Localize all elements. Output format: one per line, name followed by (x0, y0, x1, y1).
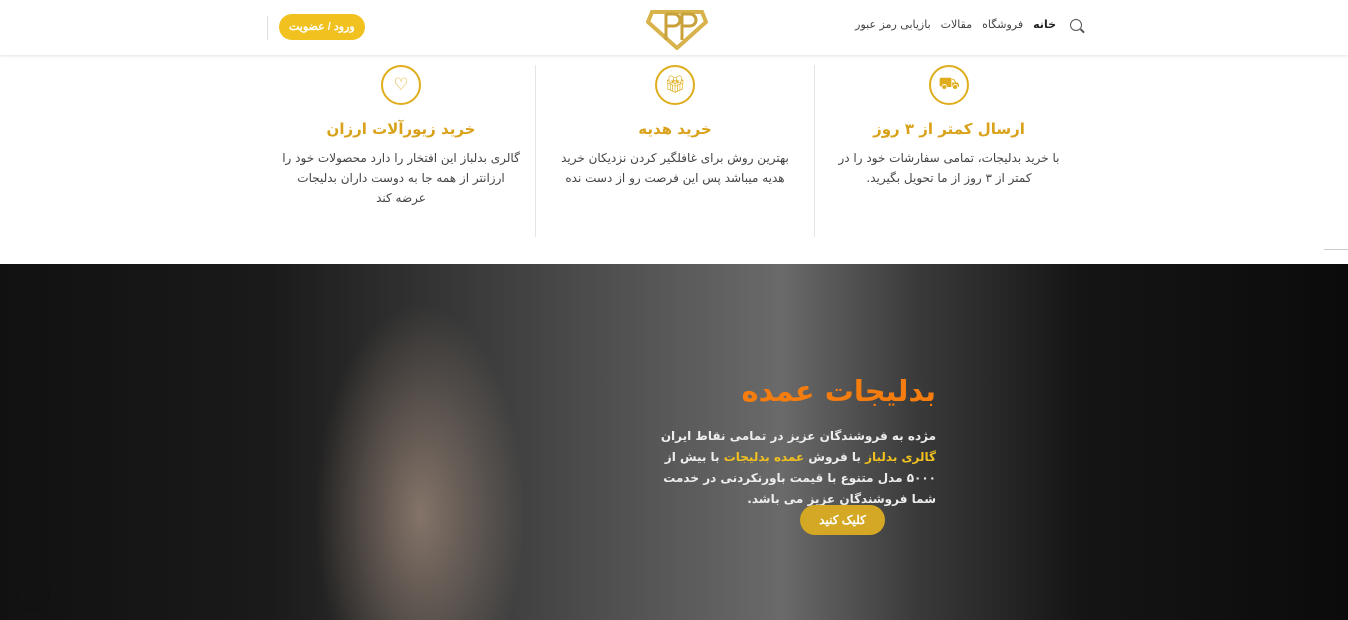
text: با فروش (804, 450, 866, 464)
banner-title: بدلیجات عمده (741, 374, 936, 408)
wholesale-banner: بدلیجات عمده مژده به فروشندگان عزیز در ت… (0, 264, 1348, 620)
highlight: گالری بدلباز (865, 450, 936, 464)
main-nav: خانه فروشگاه مقالات بازیابی رمز عبور (855, 18, 1082, 31)
feature-text: گالری بدلباز این افتخار را دارد محصولات … (282, 151, 520, 205)
feature-title: خرید زیورآلات ارزان (326, 120, 476, 138)
nav-shop[interactable]: فروشگاه (982, 18, 1023, 31)
logo[interactable] (646, 6, 708, 50)
feature-text: با خرید بدلیجات، تمامی سفارشات خود را در… (838, 151, 1060, 185)
nav-password-recovery[interactable]: بازیابی رمز عبور (855, 18, 931, 31)
login-register-button[interactable]: ورود / عضویت (279, 14, 365, 40)
click-here-button[interactable]: کلیک کنید (800, 505, 885, 535)
feature-text: بهترین روش برای غافلگیر کردن نزدیکان خری… (561, 151, 789, 185)
truck-icon: ⛟ (929, 65, 969, 105)
scroll-circle-button[interactable] (16, 577, 50, 611)
feature-cheap-jewelry: ♡ خرید زیورآلات ارزان گالری بدلباز این ا… (267, 65, 535, 237)
feature-title: ارسال کمتر از ۳ روز (873, 120, 1025, 138)
nav-articles[interactable]: مقالات (941, 18, 972, 31)
gift-icon: 🎁︎ (655, 65, 695, 105)
feature-title: خرید هدیه (638, 120, 712, 138)
feature-shipping: ⛟ ارسال کمتر از ۳ روز با خرید بدلیجات، ت… (815, 65, 1083, 237)
highlight: عمده بدلیجات (723, 450, 805, 464)
feature-gift: 🎁︎ خرید هدیه بهترین روش برای غافلگیر کرد… (535, 65, 815, 237)
banner-text: مژده به فروشندگان عزیز در تمامی نقاط ایر… (656, 426, 936, 510)
necklace-icon: ♡ (381, 65, 421, 105)
search-icon[interactable] (1070, 18, 1082, 31)
divider (267, 16, 268, 40)
header: خانه فروشگاه مقالات بازیابی رمز عبور ورو… (0, 0, 1348, 55)
nav-home[interactable]: خانه (1033, 18, 1056, 31)
text: مژده به فروشندگان عزیز در تمامی نقاط ایر… (660, 429, 936, 443)
divider (1324, 249, 1348, 250)
